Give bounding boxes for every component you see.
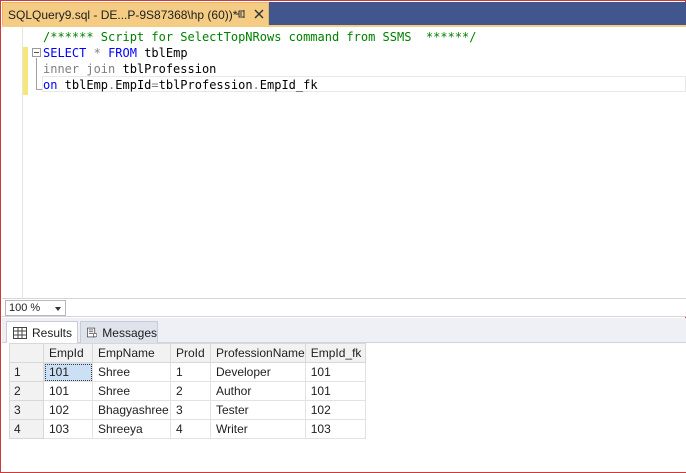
- document-tab[interactable]: SQLQuery9.sql - DE...P-9S87368\hp (60))*: [2, 2, 269, 26]
- code-token: tblProfession: [158, 78, 253, 92]
- table-row: 2 101 Shree 2 Author 101: [9, 381, 366, 401]
- results-grid-area: EmpId EmpName ProId ProfessionName EmpId…: [2, 343, 686, 472]
- code-token: inner join: [43, 62, 116, 76]
- grid-cell[interactable]: Writer: [210, 419, 306, 439]
- code-token: EmpId_fk: [259, 78, 318, 92]
- code-token: /****** Script for SelectTopNRows comman…: [43, 30, 477, 44]
- zoom-bar: 100 %: [2, 298, 686, 317]
- code-token: tblEmp: [136, 46, 188, 60]
- outline-line: [36, 58, 37, 90]
- row-number[interactable]: 1: [9, 362, 44, 382]
- tab-results[interactable]: Results: [6, 321, 78, 343]
- grid-cell[interactable]: Shree: [92, 381, 171, 401]
- grid-cell[interactable]: Shreeya: [92, 419, 171, 439]
- grid-cell[interactable]: 103: [43, 419, 93, 439]
- pin-icon[interactable]: [235, 8, 247, 20]
- code-line[interactable]: on tblEmp.EmpId=tblProfession.EmpId_fk: [43, 77, 476, 93]
- editor-gutter: [2, 27, 23, 298]
- chevron-down-icon[interactable]: [55, 307, 61, 311]
- tab-messages-label: Messages: [102, 325, 157, 340]
- grid-cell[interactable]: 101: [304, 362, 366, 382]
- code-line[interactable]: inner join tblProfession: [43, 61, 476, 77]
- grid-corner[interactable]: [9, 343, 44, 363]
- code-token: tblProfession: [115, 62, 217, 76]
- result-tab-strip: Results Messages: [2, 318, 686, 343]
- ssms-window: SQLQuery9.sql - DE...P-9S87368\hp (60))*…: [0, 0, 686, 473]
- messages-icon: [87, 327, 98, 338]
- table-row: 3 102 Bhagyashree 3 Tester 102: [9, 400, 366, 420]
- document-tab-strip: SQLQuery9.sql - DE...P-9S87368\hp (60))*: [2, 2, 686, 26]
- code-token: tblEmp: [57, 78, 109, 92]
- grid-cell[interactable]: Shree: [92, 362, 171, 382]
- grid-cell[interactable]: 4: [170, 419, 211, 439]
- code-token: =: [151, 78, 159, 92]
- grid-cell[interactable]: 101: [304, 381, 366, 401]
- row-number[interactable]: 2: [9, 381, 44, 401]
- grid-header-row: EmpId EmpName ProId ProfessionName EmpId…: [9, 343, 366, 363]
- code-token: *: [93, 46, 101, 60]
- row-number[interactable]: 3: [9, 400, 44, 420]
- table-row: 1 101 Shree 1 Developer 101: [9, 362, 366, 382]
- grid-cell[interactable]: 1: [170, 362, 211, 382]
- grid-cell-selected[interactable]: 101: [43, 362, 93, 382]
- grid-cell[interactable]: Developer: [210, 362, 306, 382]
- grid-cell[interactable]: 103: [304, 419, 366, 439]
- code-token: EmpId: [115, 78, 152, 92]
- grid-cell[interactable]: 2: [170, 381, 211, 401]
- column-header[interactable]: ProfessionName: [210, 343, 306, 363]
- column-header[interactable]: EmpId_fk: [304, 343, 366, 363]
- column-header[interactable]: EmpName: [92, 343, 171, 363]
- query-editor[interactable]: /****** Script for SelectTopNRows comman…: [2, 25, 686, 298]
- zoom-dropdown[interactable]: 100 %: [5, 300, 66, 316]
- grid-cell[interactable]: 101: [43, 381, 93, 401]
- code-token: FROM: [108, 46, 137, 60]
- table-row: 4 103 Shreeya 4 Writer 103: [9, 419, 366, 439]
- zoom-value: 100 %: [9, 302, 41, 314]
- grid-cell[interactable]: 3: [170, 400, 211, 420]
- results-grid: EmpId EmpName ProId ProfessionName EmpId…: [9, 343, 366, 439]
- grid-cell[interactable]: Author: [210, 381, 306, 401]
- grid-cell[interactable]: Tester: [210, 400, 306, 420]
- column-header[interactable]: EmpId: [43, 343, 93, 363]
- outline-collapse-icon[interactable]: [32, 48, 41, 57]
- code-line[interactable]: SELECT * FROM tblEmp: [43, 45, 476, 61]
- code-token: .: [252, 78, 260, 92]
- code-line[interactable]: /****** Script for SelectTopNRows comman…: [43, 29, 476, 45]
- column-header[interactable]: ProId: [170, 343, 211, 363]
- code-token: SELECT: [43, 46, 87, 60]
- sql-code[interactable]: /****** Script for SelectTopNRows comman…: [43, 29, 476, 93]
- grid-cell[interactable]: Bhagyashree: [92, 400, 171, 420]
- changed-lines-marker: [23, 47, 28, 95]
- close-icon[interactable]: [253, 8, 265, 20]
- grid-cell[interactable]: 102: [304, 400, 366, 420]
- grid-icon: [13, 326, 27, 339]
- tab-messages[interactable]: Messages: [80, 321, 158, 343]
- tab-results-label: Results: [32, 325, 73, 340]
- code-token: on: [43, 78, 58, 92]
- grid-cell[interactable]: 102: [43, 400, 93, 420]
- document-tab-title: SQLQuery9.sql - DE...P-9S87368\hp (60))*: [8, 7, 238, 22]
- row-number[interactable]: 4: [9, 419, 44, 439]
